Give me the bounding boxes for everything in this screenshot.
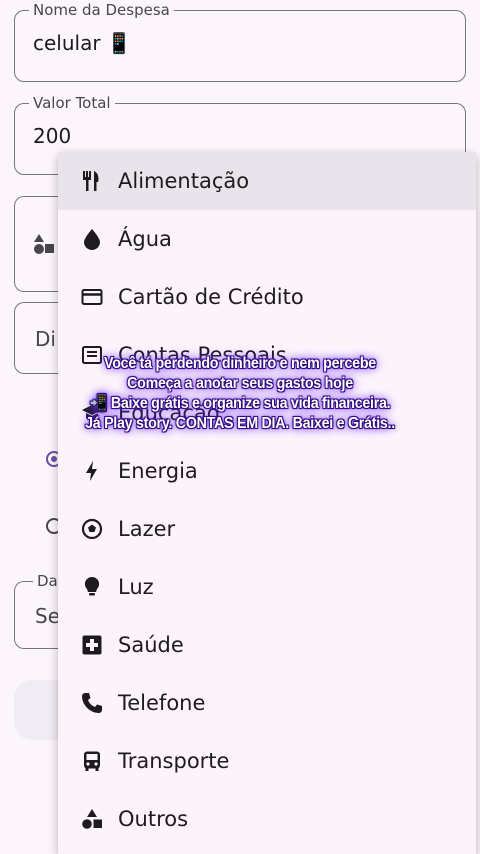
phone-icon (80, 691, 104, 715)
menu-item-label: Alimentação (118, 169, 250, 193)
water-drop-icon (80, 227, 104, 251)
fork-knife-icon (80, 169, 104, 193)
total-value-value: 200 (33, 124, 72, 148)
menu-item-energia[interactable]: Energia (58, 442, 476, 500)
bolt-icon (80, 459, 104, 483)
bus-icon (80, 749, 104, 773)
menu-item-label: Lazer (118, 517, 176, 541)
menu-item-label: Luz (118, 575, 154, 599)
menu-item-telefone[interactable]: Telefone (58, 674, 476, 732)
menu-item-cartao-de-credito[interactable]: Cartão de Crédito (58, 268, 476, 326)
menu-item-label: Telefone (118, 691, 206, 715)
menu-item-transporte[interactable]: Transporte (58, 732, 476, 790)
menu-item-label: Água (118, 227, 172, 251)
menu-item-label: Saúde (118, 633, 184, 657)
menu-item-alimentacao[interactable]: Alimentação (58, 152, 476, 210)
total-value-label: Valor Total (29, 94, 115, 112)
promo-caption-overlay: Você tá perdendo dinheiro e nem percebe … (19, 354, 461, 434)
payment-method-value: Di (35, 327, 56, 351)
menu-item-label: Outros (118, 807, 189, 831)
menu-item-saude[interactable]: Saúde (58, 616, 476, 674)
expense-name-value: celular 📱 (33, 31, 132, 55)
expense-name-field[interactable]: Nome da Despesa celular 📱 (14, 1, 466, 82)
menu-item-label: Energia (118, 459, 198, 483)
date-value: Se (35, 604, 60, 628)
menu-item-agua[interactable]: Água (58, 210, 476, 268)
medical-cross-icon (80, 633, 104, 657)
caption-line-2: Começa a anotar seus gastos hoje (127, 375, 353, 392)
caption-line-3: 📲 Baixe grátis e organize sua vida finan… (89, 395, 391, 412)
lightbulb-icon (80, 575, 104, 599)
menu-item-outros[interactable]: Outros (58, 790, 476, 848)
credit-card-icon (80, 285, 104, 309)
menu-item-luz[interactable]: Luz (58, 558, 476, 616)
shapes-icon (80, 807, 104, 831)
expense-name-label: Nome da Despesa (29, 1, 174, 19)
category-dropdown-menu: Alimentação Água Cartão de Crédito Conta… (58, 152, 476, 854)
caption-line-4: Já Play story. CONTAS EM DIA. Baixei e G… (85, 415, 395, 432)
menu-item-lazer[interactable]: Lazer (58, 500, 476, 558)
soccer-ball-icon (80, 517, 104, 541)
menu-item-label: Transporte (118, 749, 230, 773)
menu-item-label: Cartão de Crédito (118, 285, 304, 309)
category-shapes-icon (33, 233, 55, 259)
caption-line-1: Você tá perdendo dinheiro e nem percebe (104, 355, 376, 372)
